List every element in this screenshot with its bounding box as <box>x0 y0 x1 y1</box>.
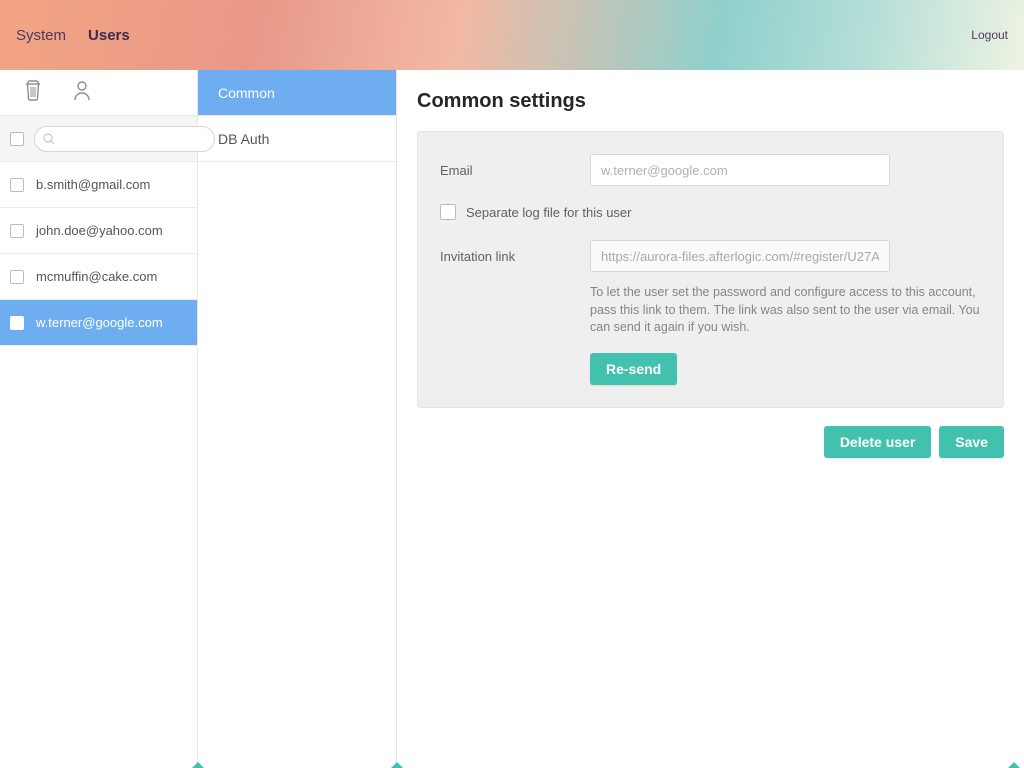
user-checkbox[interactable] <box>10 270 24 284</box>
settings-panel: Email Separate log file for this user In… <box>417 131 1004 408</box>
email-label: Email <box>440 163 590 178</box>
user-checkbox[interactable] <box>10 316 24 330</box>
nav-system[interactable]: System <box>16 27 66 44</box>
invite-input[interactable] <box>590 240 890 272</box>
page-title: Common settings <box>417 90 1004 113</box>
user-list-item[interactable]: b.smith@gmail.com <box>0 162 197 208</box>
user-email: w.terner@google.com <box>36 315 163 330</box>
trash-icon[interactable] <box>24 79 42 106</box>
save-button[interactable]: Save <box>939 426 1004 458</box>
invite-label: Invitation link <box>440 249 590 264</box>
search-icon <box>43 133 55 145</box>
user-email: b.smith@gmail.com <box>36 177 150 192</box>
email-input[interactable] <box>590 154 890 186</box>
user-email: john.doe@yahoo.com <box>36 223 163 238</box>
resend-button[interactable]: Re-send <box>590 353 677 385</box>
subnav-dbauth[interactable]: DB Auth <box>198 116 396 162</box>
user-search-row <box>0 116 197 162</box>
user-checkbox[interactable] <box>10 178 24 192</box>
user-list-item[interactable]: mcmuffin@cake.com <box>0 254 197 300</box>
user-list-item[interactable]: john.doe@yahoo.com <box>0 208 197 254</box>
user-list-item[interactable]: w.terner@google.com <box>0 300 197 346</box>
logfile-label: Separate log file for this user <box>466 205 631 220</box>
user-list-panel: b.smith@gmail.com john.doe@yahoo.com mcm… <box>0 70 198 768</box>
logfile-checkbox[interactable] <box>440 204 456 220</box>
select-all-checkbox[interactable] <box>10 132 24 146</box>
header: System Users Logout <box>0 0 1024 70</box>
settings-content: Common settings Email Separate log file … <box>397 70 1024 768</box>
nav-users[interactable]: Users <box>88 27 130 44</box>
resize-handle-icon <box>391 762 403 768</box>
main: b.smith@gmail.com john.doe@yahoo.com mcm… <box>0 70 1024 768</box>
user-list-toolbar <box>0 70 197 116</box>
user-checkbox[interactable] <box>10 224 24 238</box>
invite-help-text: To let the user set the password and con… <box>590 284 981 337</box>
delete-user-button[interactable]: Delete user <box>824 426 931 458</box>
subnav-common[interactable]: Common <box>198 70 396 116</box>
resize-handle-icon <box>1008 762 1020 768</box>
logout-link[interactable]: Logout <box>971 28 1008 42</box>
user-search-input[interactable] <box>34 126 215 152</box>
settings-subnav: Common DB Auth <box>198 70 397 768</box>
user-icon[interactable] <box>72 79 92 106</box>
resize-handle-icon <box>192 762 204 768</box>
user-email: mcmuffin@cake.com <box>36 269 157 284</box>
